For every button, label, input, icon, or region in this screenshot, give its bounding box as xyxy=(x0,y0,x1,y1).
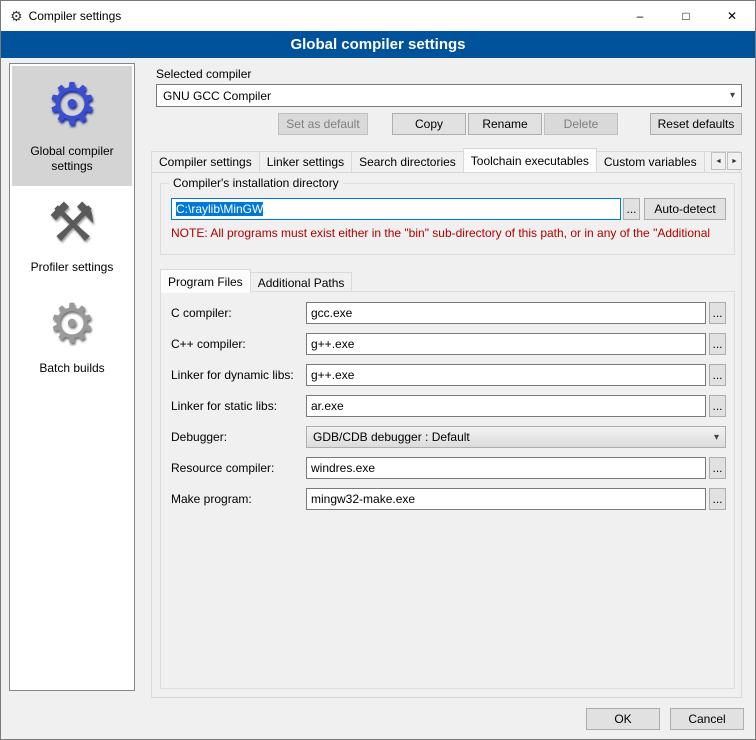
profiler-icon: ⚒ xyxy=(48,196,96,250)
field-label: Make program: xyxy=(171,492,252,506)
reset-defaults-button[interactable]: Reset defaults xyxy=(650,113,742,135)
close-icon: ✕ xyxy=(727,9,737,23)
sidebar-item-batch-builds[interactable]: ⚙ Batch builds xyxy=(12,287,132,388)
install-dir-group-label: Compiler's installation directory xyxy=(169,176,343,190)
install-dir-input[interactable]: C:\raylib\MinGW xyxy=(171,198,621,220)
c-compiler-input[interactable]: gcc.exe xyxy=(306,302,706,324)
toolchain-executables-panel: Compiler's installation directory C:\ray… xyxy=(151,172,742,698)
compiler-dropdown-value: GNU GCC Compiler xyxy=(163,89,271,103)
settings-tabstrip: Compiler settings Linker settings Search… xyxy=(151,150,742,172)
tab-scroll-controls: ◄ ► xyxy=(710,152,742,170)
sidebar-item-label: Batch builds xyxy=(39,361,104,376)
delete-button[interactable]: Delete xyxy=(544,113,618,135)
selected-compiler-label: Selected compiler xyxy=(156,67,251,81)
field-value: ar.exe xyxy=(311,399,344,413)
gear-blue-icon: ⚙ xyxy=(46,76,98,134)
chevron-down-icon: ▾ xyxy=(730,90,735,101)
field-value: g++.exe xyxy=(311,337,354,351)
debugger-dropdown-value: GDB/CDB debugger : Default xyxy=(313,430,470,444)
maximize-button[interactable]: □ xyxy=(663,1,709,31)
arrow-right-icon: ► xyxy=(731,158,738,165)
dynamic-linker-browse-button[interactable]: ... xyxy=(709,364,726,386)
static-linker-browse-button[interactable]: ... xyxy=(709,395,726,417)
tab-compiler-settings[interactable]: Compiler settings xyxy=(151,151,260,172)
chevron-down-icon: ▾ xyxy=(714,432,719,443)
field-value: windres.exe xyxy=(311,461,375,475)
cancel-button[interactable]: Cancel xyxy=(670,708,744,730)
tab-linker-settings[interactable]: Linker settings xyxy=(259,151,352,172)
maximize-icon: □ xyxy=(682,9,689,23)
ok-button[interactable]: OK xyxy=(586,708,660,730)
gear-gray-icon: ⚙ xyxy=(48,297,96,351)
compiler-dropdown[interactable]: GNU GCC Compiler ▾ xyxy=(156,84,742,107)
arrow-left-icon: ◄ xyxy=(715,158,722,165)
cpp-compiler-browse-button[interactable]: ... xyxy=(709,333,726,355)
field-value: g++.exe xyxy=(311,368,354,382)
program-files-panel: C compiler: gcc.exe ... C++ compiler: g+… xyxy=(160,291,735,689)
sidebar-item-label: Profiler settings xyxy=(31,260,114,275)
field-value: mingw32-make.exe xyxy=(311,492,415,506)
dialog-footer: OK Cancel xyxy=(576,708,744,730)
window-title: Compiler settings xyxy=(29,9,122,23)
titlebar: ⚙ Compiler settings – □ ✕ xyxy=(1,1,755,31)
program-files-tabstrip: Program Files Additional Paths xyxy=(160,269,351,293)
note-text: NOTE: All programs must exist either in … xyxy=(171,226,742,240)
compiler-actions: Set as default Copy Rename Delete Reset … xyxy=(156,113,742,135)
resource-compiler-input[interactable]: windres.exe xyxy=(306,457,706,479)
tab-program-files[interactable]: Program Files xyxy=(160,269,251,293)
field-label: Resource compiler: xyxy=(171,461,274,475)
tab-additional-paths[interactable]: Additional Paths xyxy=(250,272,353,293)
compiler-settings-dialog: ⚙ Compiler settings – □ ✕ Global compile… xyxy=(0,0,756,740)
cpp-compiler-input[interactable]: g++.exe xyxy=(306,333,706,355)
field-label: Linker for static libs: xyxy=(171,399,277,413)
tab-search-directories[interactable]: Search directories xyxy=(351,151,464,172)
debugger-dropdown[interactable]: GDB/CDB debugger : Default ▾ xyxy=(306,426,726,448)
install-dir-browse-button[interactable]: ... xyxy=(623,198,640,220)
tab-scroll-right-button[interactable]: ► xyxy=(727,152,742,170)
sidebar-item-profiler-settings[interactable]: ⚒ Profiler settings xyxy=(12,186,132,287)
sidebar-item-label: Global compiler settings xyxy=(14,144,130,174)
tab-scroll-left-button[interactable]: ◄ xyxy=(711,152,726,170)
tab-toolchain-executables[interactable]: Toolchain executables xyxy=(463,148,597,172)
field-label: Linker for dynamic libs: xyxy=(171,368,294,382)
make-program-input[interactable]: mingw32-make.exe xyxy=(306,488,706,510)
copy-button[interactable]: Copy xyxy=(392,113,466,135)
minimize-icon: – xyxy=(637,9,644,23)
field-value: gcc.exe xyxy=(311,306,352,320)
field-label: C compiler: xyxy=(171,306,232,320)
close-button[interactable]: ✕ xyxy=(709,1,755,31)
minimize-button[interactable]: – xyxy=(617,1,663,31)
dynamic-linker-input[interactable]: g++.exe xyxy=(306,364,706,386)
c-compiler-browse-button[interactable]: ... xyxy=(709,302,726,324)
page-title: Global compiler settings xyxy=(1,31,755,58)
auto-detect-button[interactable]: Auto-detect xyxy=(644,198,726,220)
sidebar: ⚙ Global compiler settings ⚒ Profiler se… xyxy=(9,63,135,691)
field-label: Debugger: xyxy=(171,430,227,444)
field-label: C++ compiler: xyxy=(171,337,246,351)
rename-button[interactable]: Rename xyxy=(468,113,542,135)
static-linker-input[interactable]: ar.exe xyxy=(306,395,706,417)
window-controls: – □ ✕ xyxy=(617,1,755,31)
install-dir-groupbox: Compiler's installation directory C:\ray… xyxy=(160,183,735,255)
sidebar-item-global-compiler-settings[interactable]: ⚙ Global compiler settings xyxy=(12,66,132,186)
app-icon: ⚙ xyxy=(10,9,23,23)
tab-custom-variables[interactable]: Custom variables xyxy=(596,151,705,172)
install-dir-value: C:\raylib\MinGW xyxy=(176,202,263,216)
resource-compiler-browse-button[interactable]: ... xyxy=(709,457,726,479)
make-program-browse-button[interactable]: ... xyxy=(709,488,726,510)
set-as-default-button[interactable]: Set as default xyxy=(278,113,368,135)
